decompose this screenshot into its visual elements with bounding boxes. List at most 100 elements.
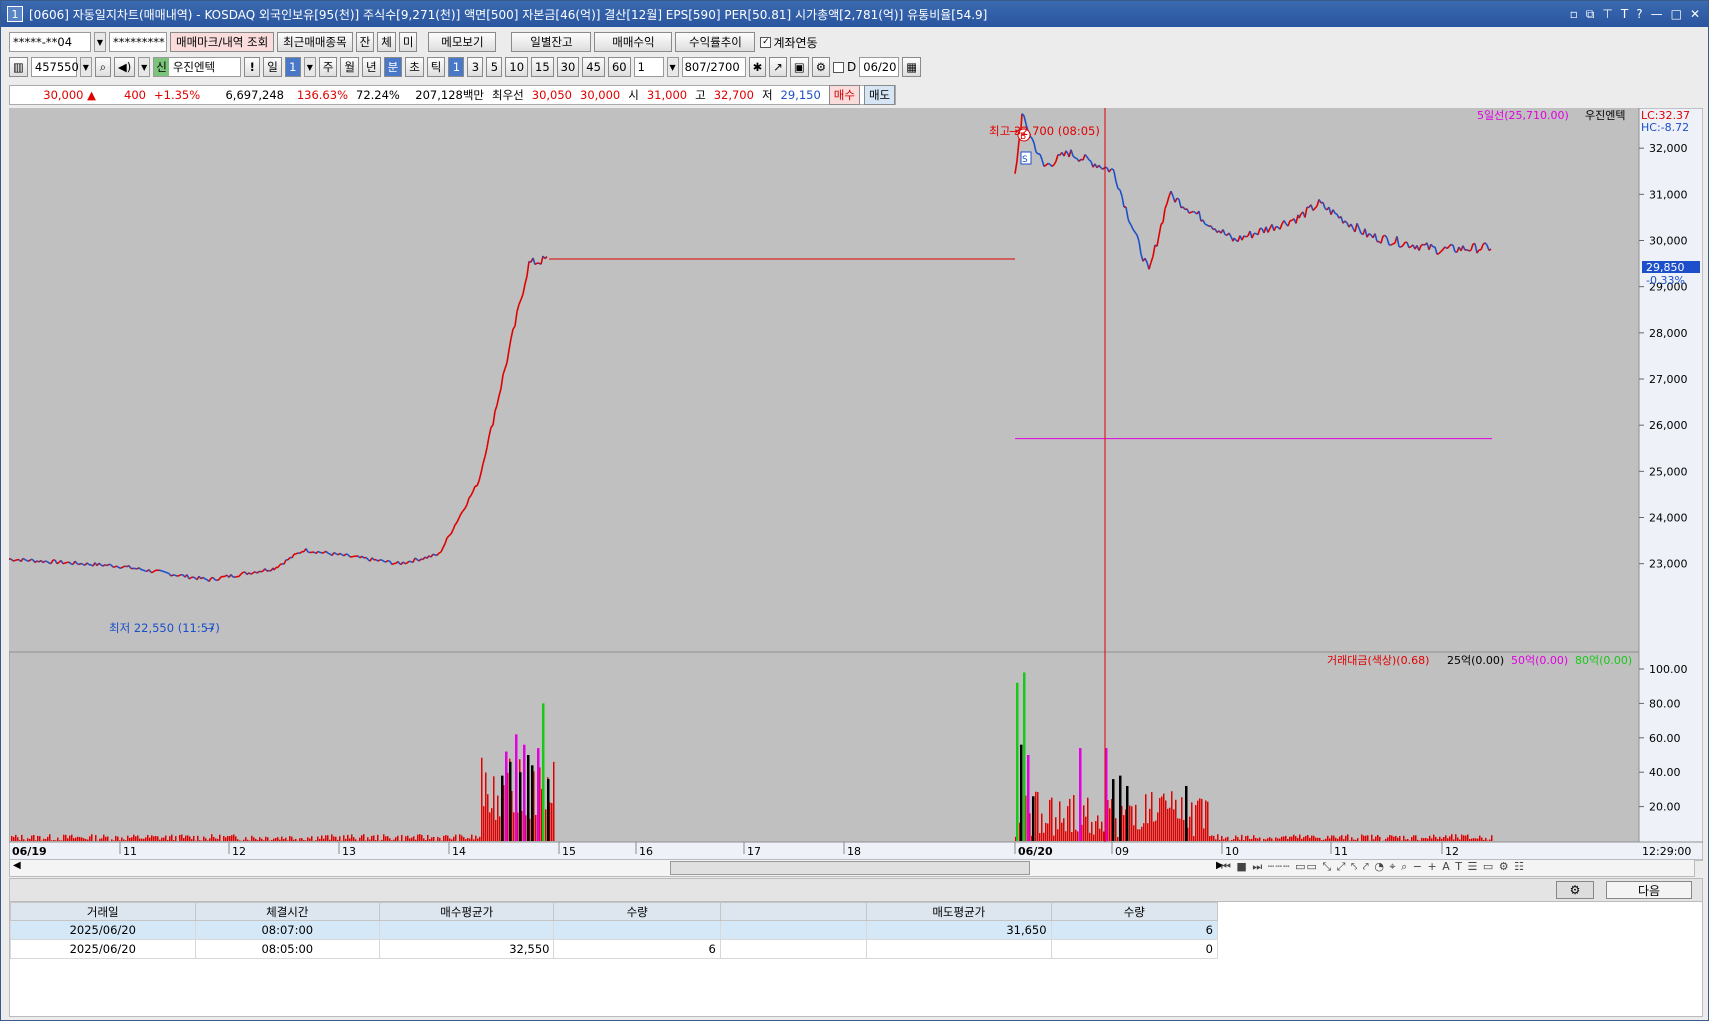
volume-bar <box>1053 835 1055 841</box>
period-tick-button[interactable]: 틱 <box>426 57 446 77</box>
chart-canvas[interactable]: BS→→ 32,00031,00030,00029,00028,00027,00… <box>9 108 1703 861</box>
col-trade-date[interactable]: 거래일 <box>10 902 196 921</box>
table-row[interactable]: 2025/06/20 08:07:00 31,650 6 <box>10 920 1219 940</box>
period-second-button[interactable]: 초 <box>405 57 424 77</box>
trade-profit-button[interactable]: 매매수익 <box>594 32 673 52</box>
layout-icon[interactable]: ▥ <box>9 57 28 77</box>
chevron-down-icon[interactable]: ▼ <box>138 57 151 77</box>
minute-3-button[interactable]: 3 <box>467 57 484 77</box>
memo-button[interactable]: 메모보기 <box>428 32 497 52</box>
period-day-value[interactable]: 1 <box>284 57 301 77</box>
period-week-button[interactable]: 주 <box>318 57 338 77</box>
first-icon[interactable]: ⏮ <box>1221 860 1232 873</box>
stock-code-input[interactable]: 457550 <box>30 57 79 77</box>
maximize-icon[interactable]: □ <box>1671 7 1682 22</box>
time-tick-label: 14 <box>452 845 466 858</box>
minute-5-button[interactable]: 5 <box>486 57 503 77</box>
chevron-down-icon[interactable]: ▼ <box>303 57 316 77</box>
unexecuted-button[interactable]: 미 <box>398 32 418 52</box>
help-icon[interactable]: ? <box>1636 7 1642 22</box>
return-trend-button[interactable]: 수익률추이 <box>675 32 756 52</box>
executed-button[interactable]: 체 <box>377 32 396 52</box>
volume-bar <box>73 838 75 841</box>
account-field[interactable]: *****-**04 <box>9 32 91 52</box>
checkbox-icon[interactable] <box>833 61 845 73</box>
col-buy-avg[interactable]: 매수평균가 <box>379 902 555 921</box>
restore-icon[interactable]: ▫ <box>1570 7 1578 22</box>
daily-balance-button[interactable]: 일별잔고 <box>511 32 592 52</box>
col-sell-avg[interactable]: 매도평균가 <box>866 902 1052 921</box>
price-chart[interactable]: B S → → 32,000 31,000 30,000 29,000 28,000 27,00… <box>9 108 1709 861</box>
cascade-icon[interactable]: ⧉ <box>1586 7 1595 22</box>
minimize-icon[interactable]: — <box>1651 7 1663 22</box>
volume-bar <box>279 839 281 841</box>
minute-1-button[interactable]: 1 <box>448 57 465 77</box>
plus-icon[interactable]: + <box>1428 860 1438 873</box>
recent-trades-button[interactable]: 최근매매종목 <box>277 32 353 52</box>
minute-15-button[interactable]: 15 <box>531 57 554 77</box>
trade-mark-query-button[interactable]: 매매마크/내역 조회 <box>170 32 275 52</box>
unit-input[interactable]: 1 <box>633 57 664 77</box>
volume-bar <box>137 835 139 841</box>
volume-bar <box>1299 834 1301 841</box>
next-button[interactable]: 다음 <box>1606 881 1692 899</box>
window-number: 1 <box>7 6 23 22</box>
volume-bar <box>293 839 295 841</box>
alert-button[interactable]: ! <box>244 57 261 77</box>
close-icon[interactable]: ✕ <box>1690 7 1700 22</box>
minute-10-button[interactable]: 10 <box>505 57 529 77</box>
volume-bar <box>465 839 467 841</box>
table-row[interactable]: 2025/06/20 08:05:00 32,550 6 0 <box>10 939 1219 959</box>
period-year-button[interactable]: 년 <box>362 57 381 77</box>
volume-bar <box>413 836 415 841</box>
col-sell-qty[interactable]: 수량 <box>1050 902 1219 921</box>
chart-tools[interactable]: ⏮ ■ ⏭ ┄┄┄ ▭▭ ⤡ ⤢ ⤣ ⤤ ◔ ⌖ ⌕ − + A T ☰ ▭ ⚙… <box>1221 860 1525 874</box>
speaker-icon[interactable]: ◀) <box>113 57 136 77</box>
save-icon[interactable]: ▣ <box>789 57 809 77</box>
col-exec-time[interactable]: 체결시간 <box>194 902 381 921</box>
col-buy-qty[interactable]: 수량 <box>553 902 721 921</box>
search-icon[interactable]: ⌕ <box>94 57 111 77</box>
volume-bar <box>1457 837 1459 841</box>
sparkle-icon[interactable]: ✱ <box>748 57 767 77</box>
calendar-icon[interactable]: ▦ <box>902 57 922 77</box>
volume-bar <box>157 836 159 841</box>
minute-30-button[interactable]: 30 <box>556 57 580 77</box>
minute-60-button[interactable]: 60 <box>607 57 631 77</box>
volume-legend-80: 80억(0.00) <box>1575 654 1632 667</box>
stock-name-box[interactable]: 신 우진엔텍 <box>153 57 242 77</box>
scroll-thumb[interactable] <box>670 861 1030 875</box>
period-day-button[interactable]: 일 <box>263 57 282 77</box>
minute-45-button[interactable]: 45 <box>582 57 605 77</box>
settings-gear-icon[interactable]: ⚙ <box>1556 881 1594 899</box>
font-icon[interactable]: T <box>1621 7 1628 22</box>
chevron-down-icon[interactable]: ▼ <box>94 32 106 52</box>
stop-icon[interactable]: ■ <box>1236 860 1247 873</box>
zoom-icon[interactable]: ⌕ <box>1401 860 1408 873</box>
volume-bar <box>275 837 277 841</box>
account-link-toggle[interactable]: ✓ 계좌연동 <box>760 34 818 51</box>
volume-bar <box>1451 834 1453 841</box>
volume-bar <box>1157 812 1159 841</box>
period-minute-button[interactable]: 분 <box>383 57 403 77</box>
date-input[interactable]: 06/20 <box>859 57 900 77</box>
sell-button[interactable]: 매도 <box>863 85 896 105</box>
count-box[interactable]: 807/2700 <box>681 57 746 77</box>
buy-button[interactable]: 매수 <box>828 85 860 105</box>
volume-spike-bar <box>1185 785 1188 841</box>
period-month-button[interactable]: 월 <box>340 57 359 77</box>
volume-bar <box>59 840 61 841</box>
next-icon[interactable]: ⏭ <box>1252 860 1263 873</box>
balance-button[interactable]: 잔 <box>355 32 375 52</box>
volume-bar <box>1075 829 1077 841</box>
password-field[interactable]: ********* <box>109 32 167 52</box>
draw-icon[interactable]: ↗ <box>769 57 787 77</box>
time-tick-label: 09 <box>1115 845 1129 858</box>
chevron-down-icon[interactable]: ▼ <box>666 57 679 77</box>
gear-icon[interactable]: ⚙ <box>811 57 831 77</box>
pin-icon[interactable]: ⊤ <box>1602 7 1612 22</box>
checkbox-icon[interactable]: ✓ <box>760 36 772 48</box>
chevron-down-icon[interactable]: ▼ <box>79 57 92 77</box>
scroll-left-icon[interactable]: ◀ <box>13 860 21 871</box>
minus-icon[interactable]: − <box>1413 860 1423 873</box>
